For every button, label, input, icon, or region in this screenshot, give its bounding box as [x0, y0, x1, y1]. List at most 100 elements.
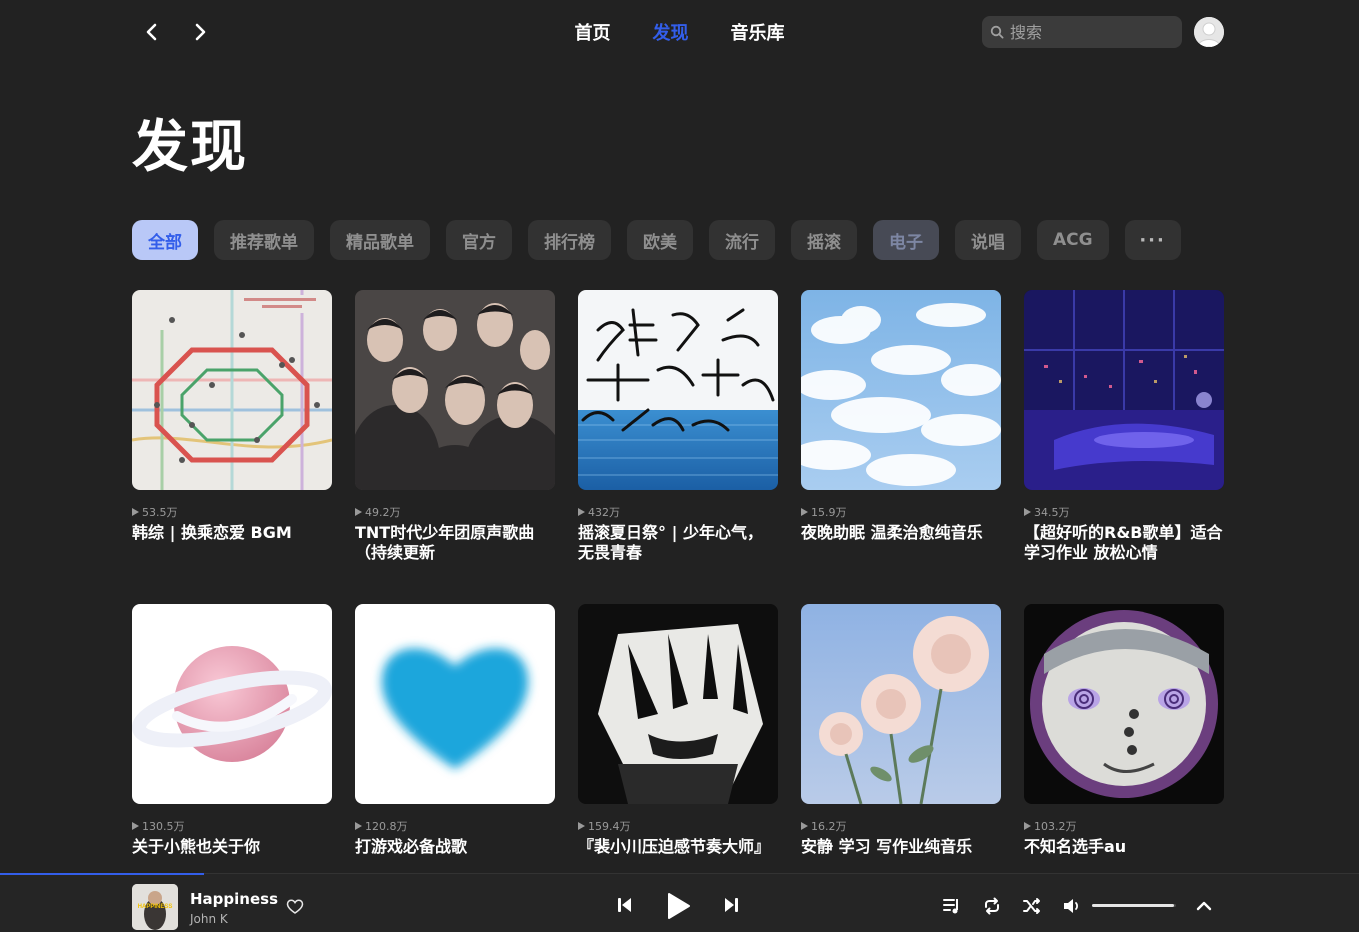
nav-link-2[interactable]: 音乐库	[731, 19, 785, 45]
playlist-cover[interactable]	[801, 604, 1001, 804]
cover-image	[355, 604, 555, 804]
next-track-button[interactable]	[720, 894, 742, 916]
playlist-title[interactable]: TNT时代少年团原声歌曲（持续更新	[355, 523, 555, 563]
page-title: 发现	[132, 115, 248, 180]
more-categories-button[interactable]: ···	[1124, 220, 1181, 260]
playlist-card[interactable]: 49.2万 TNT时代少年团原声歌曲（持续更新	[355, 290, 555, 604]
play-count: 432万	[578, 504, 778, 520]
category-chip[interactable]: 电子	[873, 220, 939, 260]
skip-next-icon	[725, 898, 738, 912]
category-chip[interactable]: 推荐歌单	[214, 220, 314, 260]
search-input[interactable]	[1010, 22, 1170, 42]
playlist-title[interactable]: 【超好听的R&B歌单】适合学习作业 放松心情	[1024, 523, 1224, 563]
cover-image	[578, 290, 778, 490]
playlist-cover[interactable]	[1024, 290, 1224, 490]
play-count-icon	[578, 822, 585, 830]
volume-level	[1092, 904, 1175, 907]
playlist-title[interactable]: 打游戏必备战歌	[355, 837, 555, 857]
heart-icon	[286, 899, 304, 914]
play-count-icon	[1024, 822, 1031, 830]
volume-icon	[1064, 899, 1079, 913]
play-count-value: 34.5万	[1034, 506, 1070, 519]
playlist-card[interactable]: 53.5万 韩综 | 换乘恋爱 BGM	[132, 290, 332, 604]
playlist-card[interactable]: 120.8万 打游戏必备战歌	[355, 604, 555, 918]
playlist-title[interactable]: 夜晚助眠 温柔治愈纯音乐	[801, 523, 1001, 543]
cover-image	[801, 604, 1001, 804]
repeat-button[interactable]	[982, 896, 1002, 916]
playlist-cover[interactable]	[132, 290, 332, 490]
category-chip[interactable]: 流行	[709, 220, 775, 260]
playlist-cover[interactable]	[578, 290, 778, 490]
play-count-value: 120.8万	[365, 820, 408, 833]
shuffle-icon	[1023, 898, 1040, 914]
playlist-cover[interactable]	[355, 604, 555, 804]
cover-image	[1024, 290, 1224, 490]
playlist-cover[interactable]	[1024, 604, 1224, 804]
like-button[interactable]	[286, 898, 304, 916]
volume-button[interactable]	[1062, 896, 1082, 916]
cover-image	[1024, 604, 1224, 804]
play-count-value: 53.5万	[142, 506, 178, 519]
user-avatar[interactable]	[1194, 17, 1224, 47]
playlist-card[interactable]: 15.9万 夜晚助眠 温柔治愈纯音乐	[801, 290, 1001, 604]
play-count-value: 103.2万	[1034, 820, 1077, 833]
category-chip[interactable]: 欧美	[627, 220, 693, 260]
playlist-title[interactable]: 韩综 | 换乘恋爱 BGM	[132, 523, 332, 543]
play-count-icon	[578, 508, 585, 516]
category-chip[interactable]: 说唱	[955, 220, 1021, 260]
queue-icon	[943, 899, 958, 914]
search-box[interactable]	[982, 16, 1182, 48]
now-playing-artist[interactable]: John K	[190, 912, 228, 926]
volume-slider[interactable]	[1092, 904, 1176, 907]
play-count: 103.2万	[1024, 818, 1224, 834]
chevron-up-icon	[1196, 901, 1212, 911]
playlist-cover[interactable]	[355, 290, 555, 490]
playlist-title[interactable]: 『裴小川压迫感节奏大师』	[578, 837, 778, 857]
previous-track-button[interactable]	[614, 894, 636, 916]
category-chip[interactable]: ACG	[1037, 220, 1109, 260]
playlist-queue-button[interactable]	[942, 896, 962, 916]
category-chip[interactable]: 精品歌单	[330, 220, 430, 260]
repeat-icon	[985, 897, 999, 915]
playback-progress[interactable]	[0, 873, 204, 875]
playlist-cover[interactable]	[132, 604, 332, 804]
play-count-value: 130.5万	[142, 820, 185, 833]
play-count: 15.9万	[801, 504, 1001, 520]
playlist-card[interactable]: 34.5万 【超好听的R&B歌单】适合学习作业 放松心情	[1024, 290, 1224, 604]
category-chip[interactable]: 官方	[446, 220, 512, 260]
category-chip[interactable]: 摇滚	[791, 220, 857, 260]
nav-link-1[interactable]: 发现	[653, 19, 689, 45]
playlist-cover[interactable]	[578, 604, 778, 804]
skip-previous-icon	[618, 898, 631, 912]
playlist-cover[interactable]	[801, 290, 1001, 490]
play-button[interactable]	[662, 890, 694, 922]
play-count-value: 16.2万	[811, 820, 847, 833]
now-playing-title[interactable]: Happiness	[190, 890, 278, 908]
category-chip[interactable]: 排行榜	[528, 220, 611, 260]
playlist-title[interactable]: 安静 学习 写作业纯音乐	[801, 837, 1001, 857]
playlist-card[interactable]: 159.4万 『裴小川压迫感节奏大师』	[578, 604, 778, 918]
play-count: 34.5万	[1024, 504, 1224, 520]
play-count: 16.2万	[801, 818, 1001, 834]
cover-image	[801, 290, 1001, 490]
playlist-card[interactable]: 103.2万 不知名选手au	[1024, 604, 1224, 918]
playlist-card[interactable]: 432万 摇滚夏日祭° | 少年心气，无畏青春	[578, 290, 778, 604]
user-icon	[1194, 17, 1224, 47]
play-count: 120.8万	[355, 818, 555, 834]
category-chip[interactable]: 全部	[132, 220, 198, 260]
playlist-title[interactable]: 不知名选手au	[1024, 837, 1224, 857]
expand-player-button[interactable]	[1194, 896, 1214, 916]
player-bar: HAPPINESS Happiness John K	[0, 873, 1359, 932]
play-count-value: 432万	[588, 506, 620, 519]
playlist-card[interactable]: 130.5万 关于小熊也关于你	[132, 604, 332, 918]
play-count-icon	[132, 508, 139, 516]
nav-link-0[interactable]: 首页	[575, 19, 611, 45]
playlist-title[interactable]: 关于小熊也关于你	[132, 837, 332, 857]
now-playing-cover[interactable]: HAPPINESS	[132, 884, 178, 930]
playlist-card[interactable]: 16.2万 安静 学习 写作业纯音乐	[801, 604, 1001, 918]
play-count: 49.2万	[355, 504, 555, 520]
playlist-title[interactable]: 摇滚夏日祭° | 少年心气，无畏青春	[578, 523, 778, 563]
shuffle-button[interactable]	[1022, 896, 1042, 916]
play-count-icon	[355, 508, 362, 516]
play-count: 53.5万	[132, 504, 332, 520]
